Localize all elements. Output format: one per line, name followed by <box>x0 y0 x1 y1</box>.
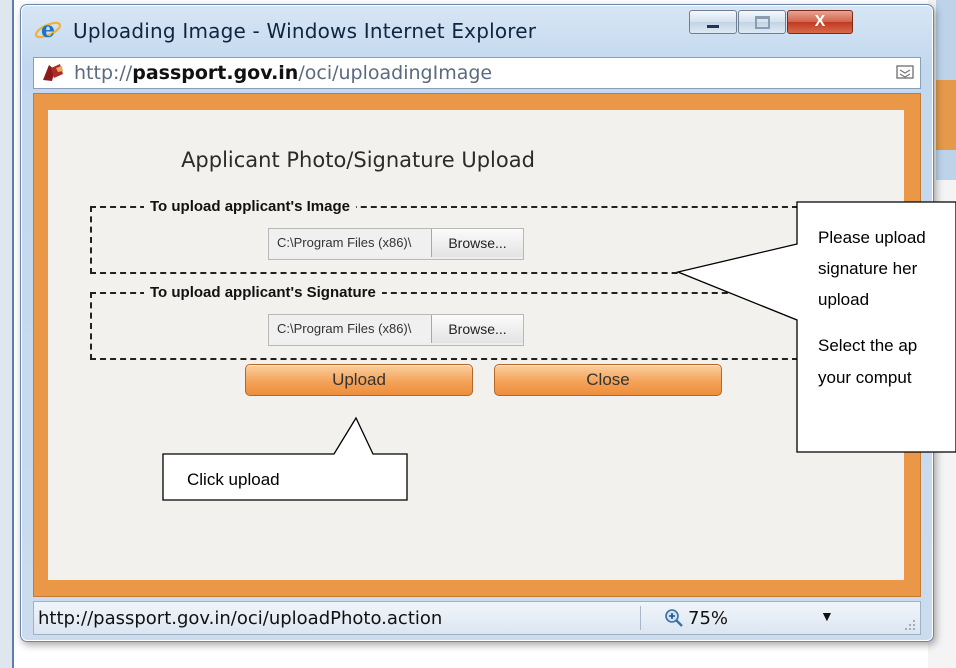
image-file-path[interactable]: C:\Program Files (x86)\ <box>269 229 431 257</box>
callout-upload-line-3: upload <box>818 290 870 309</box>
compatibility-view-icon[interactable] <box>896 64 914 80</box>
background-orange-strip <box>936 80 956 150</box>
signature-file-path[interactable]: C:\Program Files (x86)\ <box>269 315 431 343</box>
address-bar[interactable]: http://passport.gov.in/oci/uploadingImag… <box>33 57 921 89</box>
zoom-dropdown-icon[interactable]: ▼ <box>820 608 834 624</box>
title-bar[interactable]: e Uploading Image - Windows Internet Exp… <box>21 5 933 57</box>
callout-upload-line-2: signature her <box>818 259 918 278</box>
window-controls: X <box>689 10 854 34</box>
image-upload-section: To upload applicant's Image C:\Program F… <box>90 198 808 274</box>
url-path: /oci/uploadingImage <box>298 62 493 84</box>
page-content-frame: Applicant Photo/Signature Upload To uplo… <box>33 93 921 597</box>
close-icon: X <box>814 13 826 30</box>
callout-click-upload: Click upload <box>187 470 280 489</box>
close-window-button[interactable]: X <box>787 10 853 34</box>
url-text: http://passport.gov.in/oci/uploadingImag… <box>74 62 492 84</box>
callout-upload-line-1: Please upload <box>818 228 926 247</box>
status-url: http://passport.gov.in/oci/uploadPhoto.a… <box>38 608 443 629</box>
resize-grip-icon[interactable] <box>902 617 916 631</box>
image-browse-button[interactable]: Browse... <box>431 229 523 257</box>
image-file-input[interactable]: C:\Program Files (x86)\ Browse... <box>268 228 524 260</box>
minimize-icon <box>707 24 719 28</box>
minimize-button[interactable] <box>689 10 737 34</box>
window-title: Uploading Image - Windows Internet Explo… <box>73 19 537 43</box>
ie-popup-window: e Uploading Image - Windows Internet Exp… <box>20 4 934 642</box>
close-button[interactable]: Close <box>494 364 722 396</box>
signature-section-legend: To upload applicant's Signature <box>144 284 382 301</box>
upload-form-panel: Applicant Photo/Signature Upload To uplo… <box>48 110 904 580</box>
status-bar: http://passport.gov.in/oci/uploadPhoto.a… <box>33 601 921 635</box>
callout-select-line-1: Select the ap <box>818 336 918 355</box>
site-favicon-icon <box>43 64 63 81</box>
image-section-legend: To upload applicant's Image <box>144 198 356 215</box>
status-divider <box>640 606 641 630</box>
upload-button[interactable]: Upload <box>245 364 473 396</box>
zoom-icon[interactable] <box>664 608 684 628</box>
url-domain: passport.gov.in <box>132 62 299 84</box>
internet-explorer-icon: e <box>34 17 62 43</box>
background-page-edge <box>0 0 14 668</box>
zoom-level[interactable]: 75% <box>688 608 728 629</box>
maximize-icon <box>754 15 770 29</box>
url-prefix: http:// <box>74 62 133 84</box>
signature-browse-button[interactable]: Browse... <box>431 315 523 343</box>
callout-select-line-2: your comput <box>818 368 912 387</box>
page-title: Applicant Photo/Signature Upload <box>181 148 535 172</box>
maximize-button[interactable] <box>738 10 786 34</box>
signature-file-input[interactable]: C:\Program Files (x86)\ Browse... <box>268 314 524 346</box>
svg-text:e: e <box>41 17 55 43</box>
signature-upload-section: To upload applicant's Signature C:\Progr… <box>90 284 808 360</box>
